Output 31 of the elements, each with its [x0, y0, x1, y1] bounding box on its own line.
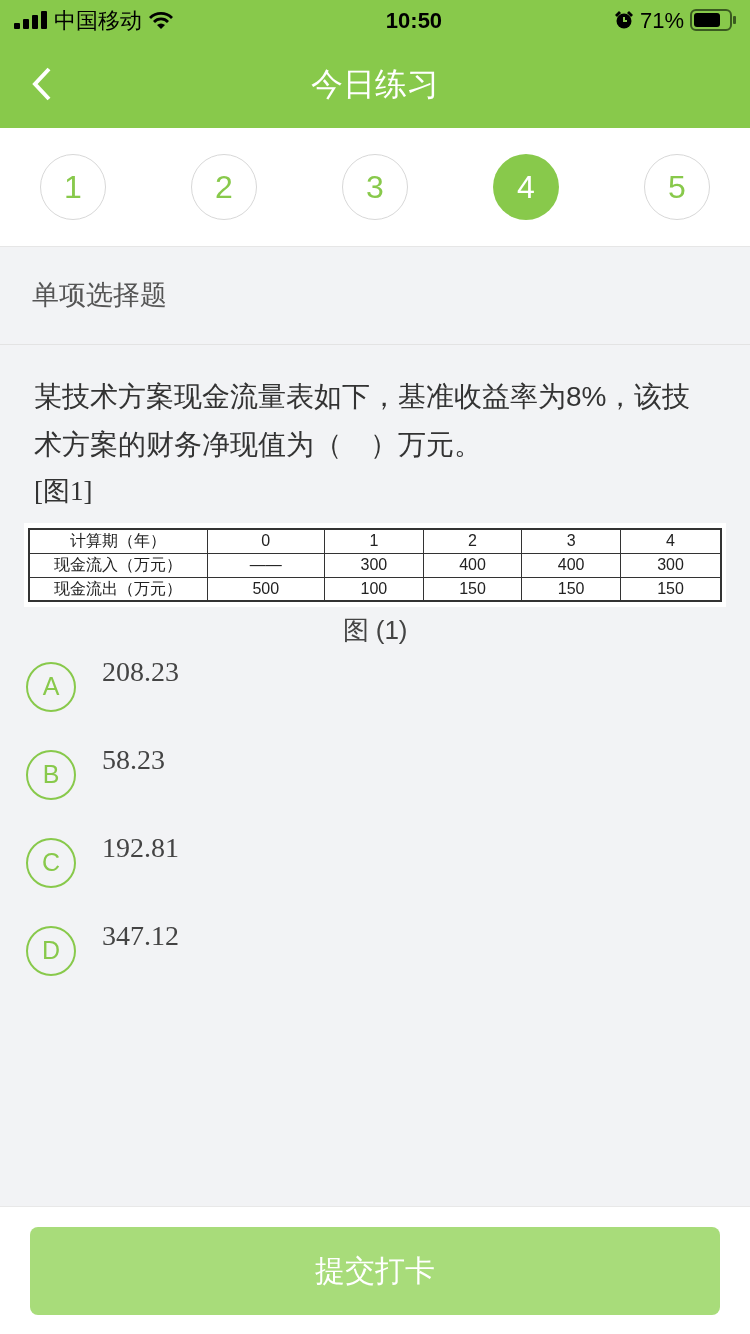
- table-cell: 0: [207, 529, 325, 553]
- question-number-button[interactable]: 1: [40, 154, 106, 220]
- battery-percent: 71%: [639, 6, 684, 35]
- signal-icon: [14, 11, 48, 29]
- table-cell: 计算期（年）: [29, 529, 207, 553]
- table-cell: 400: [521, 553, 621, 577]
- battery-icon: [690, 9, 736, 31]
- carrier-name: 中国移动: [54, 6, 142, 35]
- table-cell: 1: [324, 529, 424, 553]
- question-number-button[interactable]: 3: [342, 154, 408, 220]
- table-cell: ——: [207, 553, 325, 577]
- figure-reference: [图1]: [34, 475, 94, 508]
- question-text: 某技术方案现金流量表如下，基准收益率为8%，该技术方案的财务净现值为（ ）万元。: [34, 380, 692, 462]
- table-cell: 300: [324, 553, 424, 577]
- clock-time: 10:50: [384, 6, 443, 35]
- table-cell: 现金流入（万元）: [29, 553, 207, 577]
- option-letter: C: [26, 838, 76, 888]
- alarm-clock-icon: [613, 10, 634, 30]
- table-cell: 2: [423, 529, 522, 553]
- question-number-button[interactable]: 5: [644, 154, 710, 220]
- option-letter: A: [26, 662, 76, 712]
- wifi-icon: [148, 10, 174, 30]
- table-cell: 3: [521, 529, 621, 553]
- option-letter: D: [26, 926, 76, 976]
- question-type: 单项选择题: [32, 279, 167, 313]
- question-number-button[interactable]: 2: [191, 154, 257, 220]
- question-number-button[interactable]: 4: [493, 154, 559, 220]
- option-letter: B: [26, 750, 76, 800]
- page-title: 今日练习: [311, 65, 439, 104]
- figure-caption: 图 (1): [342, 614, 408, 647]
- table-cell: 400: [423, 553, 522, 577]
